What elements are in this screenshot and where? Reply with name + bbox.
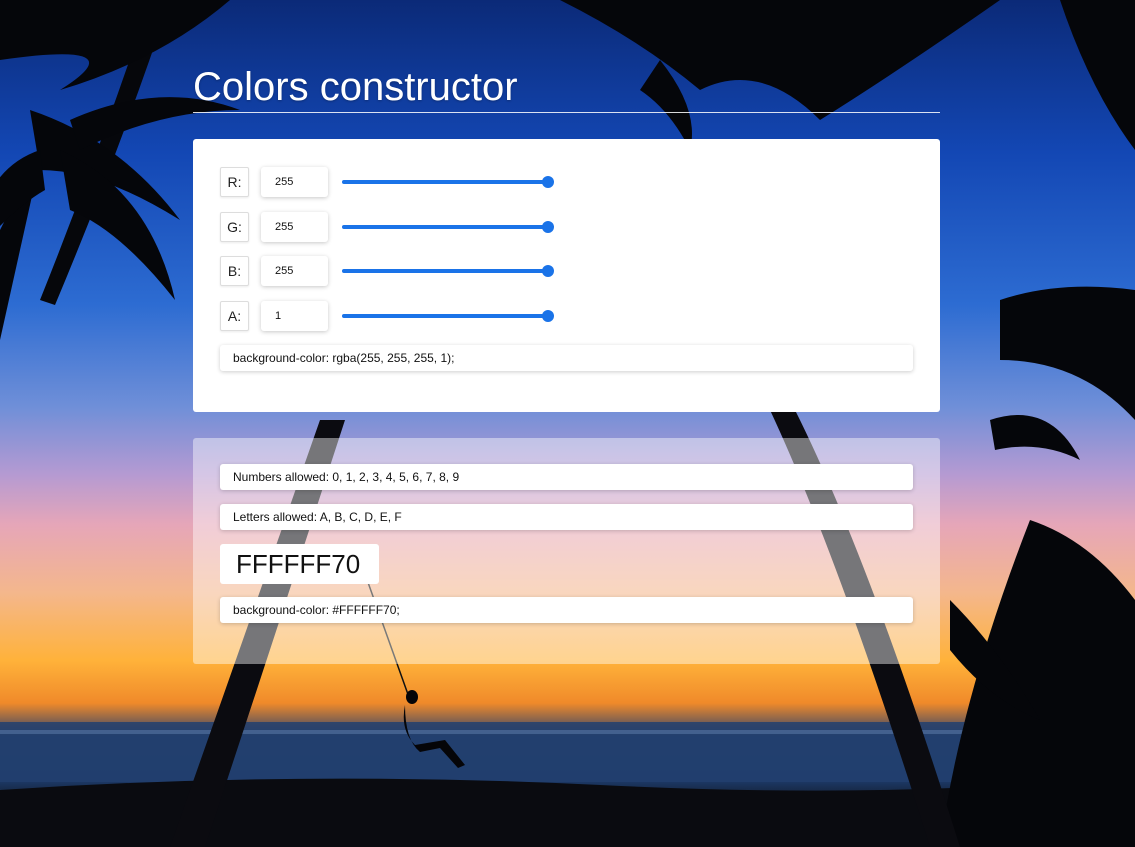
slider-track [342,314,548,318]
slider-thumb[interactable] [542,265,554,277]
channel-input-b[interactable]: 255 [261,256,328,286]
channel-input-g[interactable]: 255 [261,212,328,242]
letters-allowed-hint: Letters allowed: A, B, C, D, E, F [220,504,913,530]
numbers-allowed-hint: Numbers allowed: 0, 1, 2, 3, 4, 5, 6, 7,… [220,464,913,490]
rgba-panel: R: 255 G: 255 B: 255 A: 1 background-col… [193,139,940,412]
channel-slider-r[interactable] [342,176,554,188]
hex-input[interactable]: FFFFFF70 [220,544,379,584]
background-palm-silhouettes [0,0,1135,847]
channel-input-a[interactable]: 1 [261,301,328,331]
hex-panel: Numbers allowed: 0, 1, 2, 3, 4, 5, 6, 7,… [193,438,940,664]
channel-label-r: R: [220,167,249,197]
channel-slider-a[interactable] [342,310,554,322]
channel-slider-b[interactable] [342,265,554,277]
channel-slider-g[interactable] [342,221,554,233]
slider-track [342,180,548,184]
rgba-css-output: background-color: rgba(255, 255, 255, 1)… [220,345,913,371]
slider-track [342,269,548,273]
slider-track [342,225,548,229]
page-title: Colors constructor [193,62,940,113]
slider-thumb[interactable] [542,176,554,188]
slider-thumb[interactable] [542,310,554,322]
channel-input-r[interactable]: 255 [261,167,328,197]
hex-css-output: background-color: #FFFFFF70; [220,597,913,623]
channel-label-g: G: [220,212,249,242]
slider-thumb[interactable] [542,221,554,233]
channel-label-b: B: [220,256,249,286]
channel-label-a: A: [220,301,249,331]
